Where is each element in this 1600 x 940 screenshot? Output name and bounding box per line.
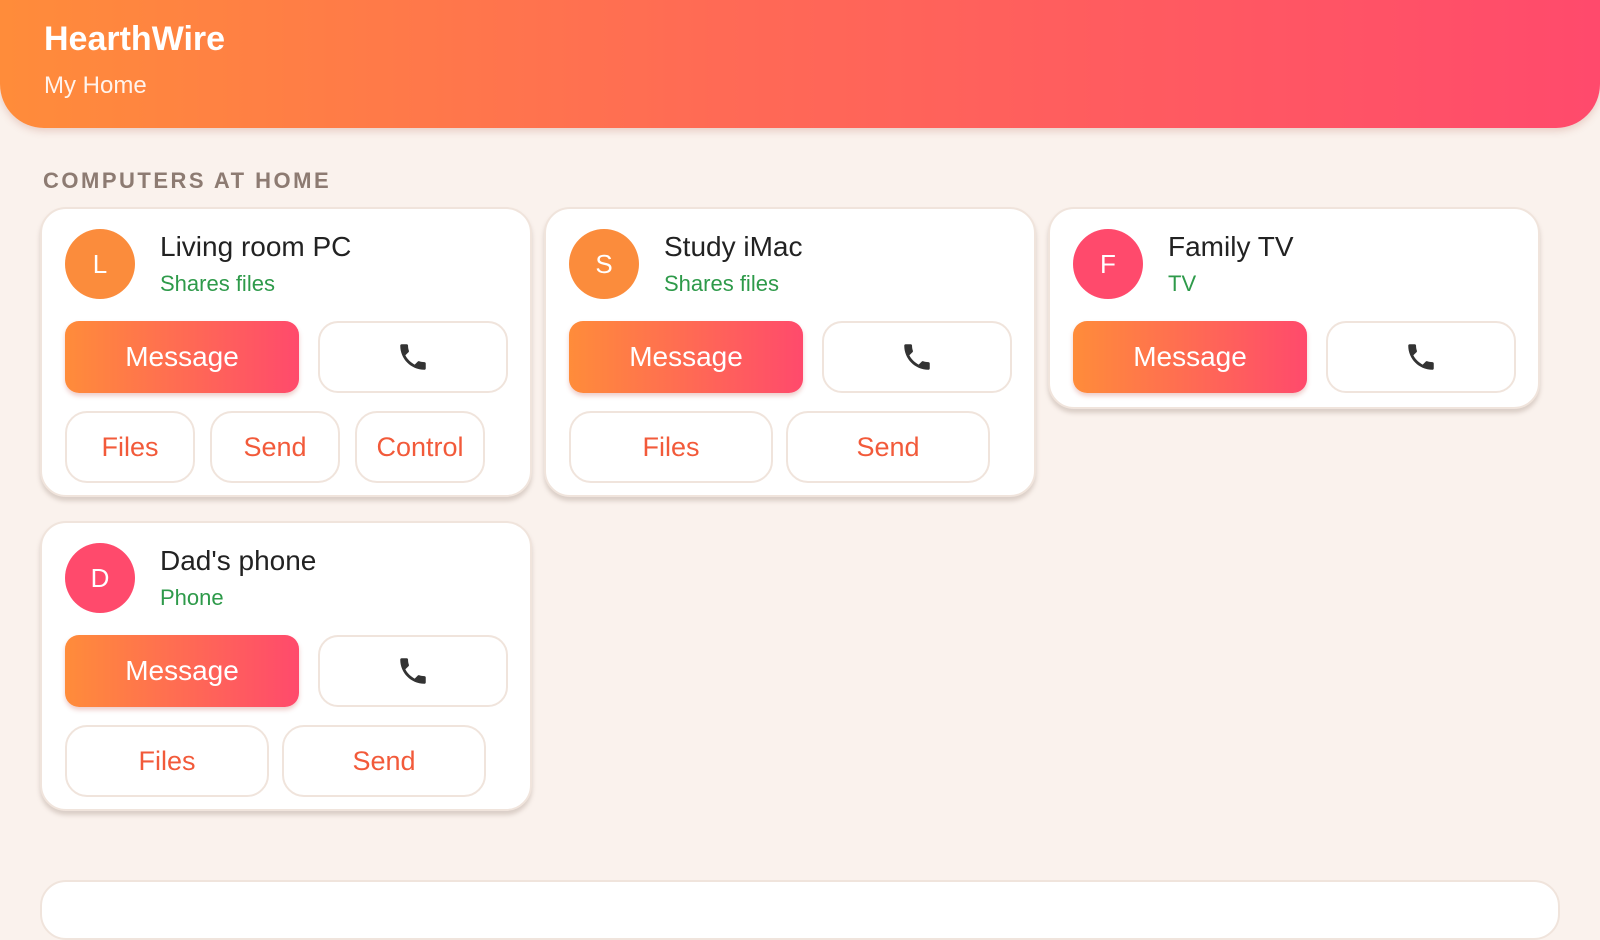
avatar: S <box>569 229 639 299</box>
call-button[interactable] <box>318 635 508 707</box>
send-button[interactable]: Send <box>786 411 990 483</box>
phone-icon <box>1408 344 1434 370</box>
app-header: HearthWire My Home <box>0 0 1600 128</box>
message-button[interactable]: Message <box>569 321 803 393</box>
app-title: HearthWire <box>44 20 226 58</box>
device-type: Shares files <box>664 271 779 296</box>
device-card-family-tv: F Family TV TV Message <box>1048 207 1540 409</box>
device-name: Living room PC <box>160 231 352 262</box>
device-type: TV <box>1168 271 1197 296</box>
control-button[interactable]: Control <box>355 411 485 483</box>
message-button[interactable]: Message <box>65 321 299 393</box>
files-button[interactable]: Files <box>65 725 269 797</box>
device-type: Phone <box>160 585 224 610</box>
device-card-living-room-pc: L Living room PC Shares files Message Fi… <box>40 207 532 497</box>
device-name: Study iMac <box>664 231 803 262</box>
call-button[interactable] <box>318 321 508 393</box>
phone-icon <box>400 658 426 684</box>
call-button[interactable] <box>1326 321 1516 393</box>
section-title: COMPUTERS AT HOME <box>43 168 332 193</box>
phone-icon <box>400 344 426 370</box>
message-button[interactable]: Message <box>65 635 299 707</box>
device-name: Dad's phone <box>160 545 317 576</box>
files-button[interactable]: Files <box>65 411 195 483</box>
send-button[interactable]: Send <box>282 725 486 797</box>
device-card-dads-phone: D Dad's phone Phone Message Files Send <box>40 521 532 811</box>
device-type: Shares files <box>160 271 275 296</box>
message-button[interactable]: Message <box>1073 321 1307 393</box>
home-name: My Home <box>44 72 147 99</box>
files-button[interactable]: Files <box>569 411 773 483</box>
avatar: F <box>1073 229 1143 299</box>
bottom-panel <box>40 880 1560 940</box>
phone-icon <box>904 344 930 370</box>
send-button[interactable]: Send <box>210 411 340 483</box>
call-button[interactable] <box>822 321 1012 393</box>
avatar: L <box>65 229 135 299</box>
device-card-study-imac: S Study iMac Shares files Message Files … <box>544 207 1036 497</box>
avatar: D <box>65 543 135 613</box>
device-name: Family TV <box>1168 231 1294 262</box>
